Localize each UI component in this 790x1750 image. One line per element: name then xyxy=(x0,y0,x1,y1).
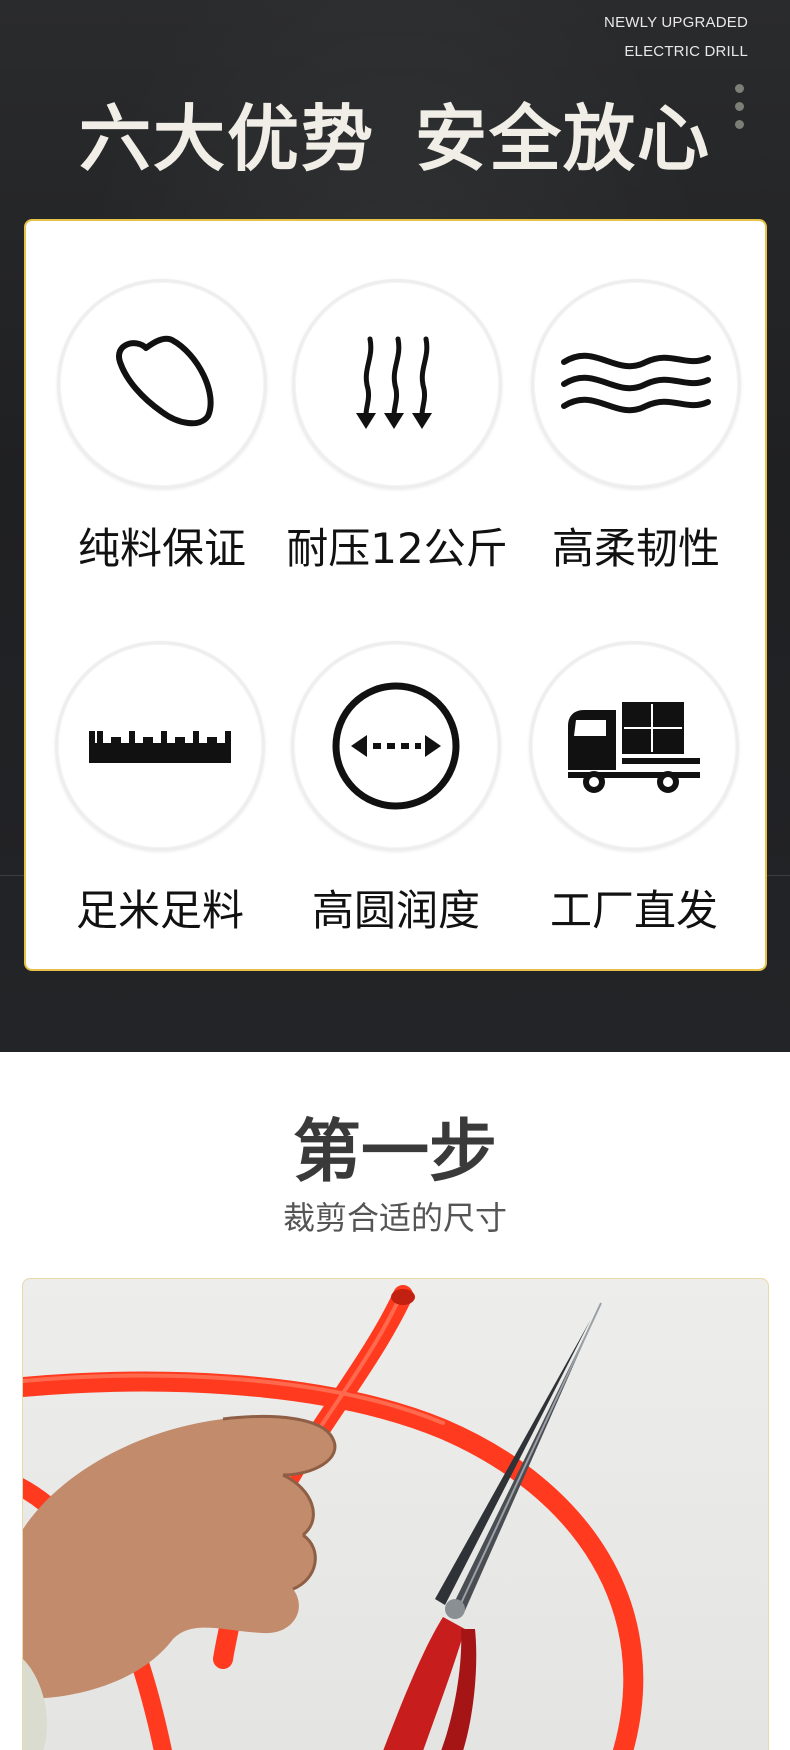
feature-circle xyxy=(55,641,265,851)
feature-label: 耐压12公斤 xyxy=(286,524,508,573)
feature-item-flexibility: 高柔韧性 xyxy=(516,279,756,576)
feature-label: 纯料保证 xyxy=(77,524,246,573)
feature-label: 足米足料 xyxy=(75,886,244,935)
scissors-cutting-tube-illustration xyxy=(23,1285,644,1750)
feature-circle xyxy=(292,279,502,489)
feature-circle xyxy=(531,279,741,489)
title-part-2: 安全放心 xyxy=(415,97,712,181)
diameter-circle-icon xyxy=(332,682,460,810)
feature-item-pure-material: 纯料保证 xyxy=(42,279,282,576)
feature-item-factory-direct: 工厂直发 xyxy=(514,641,754,938)
cutting-tube-photo xyxy=(22,1278,769,1750)
page-title: 六大优势 安全放心 xyxy=(0,80,790,185)
ruler-icon xyxy=(89,731,231,763)
feature-item-pressure: 耐压12公斤 xyxy=(277,279,517,576)
step-subtitle: 裁剪合适的尺寸 xyxy=(282,1199,507,1237)
feature-circle xyxy=(529,641,739,851)
pressure-arrows-icon xyxy=(356,336,432,429)
advantages-banner: NEWLY UPGRADED ELECTRIC DRILL 六大优势 安全放心 纯… xyxy=(0,0,790,1052)
tag-line-top: NEWLY UPGRADED xyxy=(604,14,748,31)
delivery-truck-icon xyxy=(568,702,700,793)
waves-icon xyxy=(561,352,711,414)
step-title: 第一步 xyxy=(292,1113,497,1192)
feature-label: 高圆润度 xyxy=(311,886,480,935)
feature-circle xyxy=(57,279,267,489)
feature-circle xyxy=(291,641,501,851)
feature-label: 工厂直发 xyxy=(549,886,718,935)
features-card: 纯料保证 耐压12公斤 高柔韧性 足米足料 高圆润度 工厂直发 xyxy=(24,219,767,971)
feature-label: 高柔韧性 xyxy=(551,524,720,573)
feature-item-roundness: 高圆润度 xyxy=(276,641,516,938)
feature-item-full-length: 足米足料 xyxy=(40,641,280,938)
tag-line-bottom: ELECTRIC DRILL xyxy=(624,43,748,60)
rice-grain-icon xyxy=(116,335,214,427)
title-part-1: 六大优势 xyxy=(78,97,375,181)
